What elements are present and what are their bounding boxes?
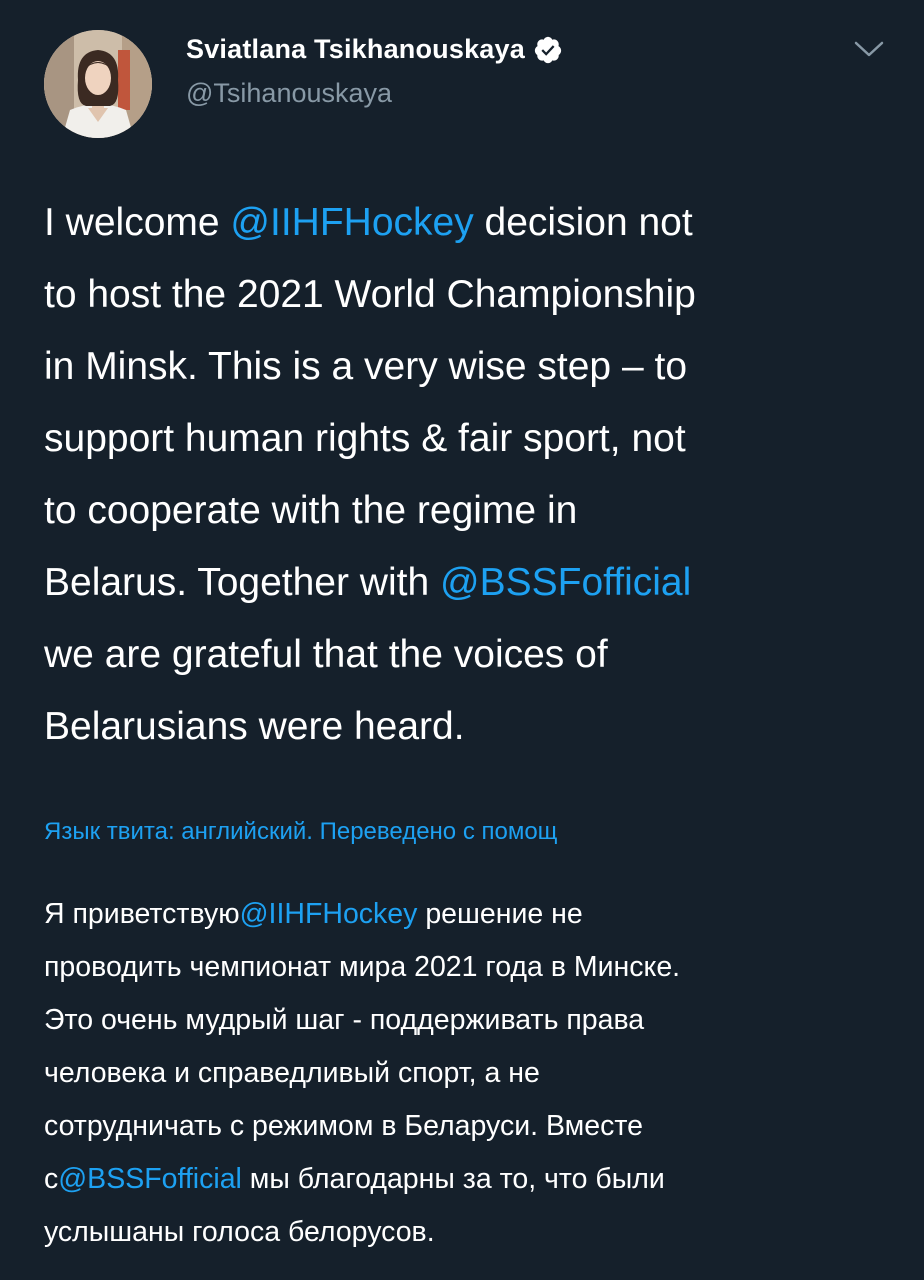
translation-line: с@BSSFofficial мы благодарны за то, что … (44, 1153, 894, 1206)
mention-link-bssfofficial[interactable]: @BSSFofficial (58, 1163, 242, 1195)
profile-photo (44, 30, 152, 138)
tweet-line: Belarusians were heard. (44, 705, 465, 748)
tweet-line: to host the 2021 World Championship (44, 273, 696, 316)
translation-line: Это очень мудрый шаг - поддерживать прав… (44, 1004, 645, 1036)
translation-line: сотрудничать с режимом в Беларуси. Вмест… (44, 1110, 643, 1142)
tweet-line: to cooperate with the regime in (44, 489, 578, 532)
tweet-header: Sviatlana Tsikhanouskaya @Tsihanouskaya (0, 0, 924, 150)
tweet-text: I welcome @IIHFHockey decision not to ho… (44, 187, 894, 763)
mention-link-iihfhockey[interactable]: @IIHFHockey (240, 898, 418, 930)
verified-badge-icon (534, 36, 562, 63)
chevron-down-icon[interactable] (852, 38, 886, 60)
mention-link-bssfofficial[interactable]: @BSSFofficial (440, 561, 691, 604)
tweet-line: I welcome @IIHFHockey decision not (44, 187, 894, 259)
translated-text: Я приветствую@IIHFHockey решение не пров… (44, 888, 894, 1259)
translation-text-segment: Я приветствую (44, 898, 240, 930)
author-handle[interactable]: @Tsihanouskaya (186, 78, 392, 109)
translation-line: Я приветствую@IIHFHockey решение не (44, 888, 894, 941)
author-display-name[interactable]: Sviatlana Tsikhanouskaya (186, 34, 525, 65)
tweet-text-segment: Belarus. Together with (44, 561, 440, 604)
translation-line: проводить чемпионат мира 2021 года в Мин… (44, 951, 681, 983)
translation-text-segment: мы благодарны за то, что были (241, 1163, 665, 1195)
avatar[interactable] (44, 30, 152, 138)
mention-link-iihfhockey[interactable]: @IIHFHockey (230, 201, 473, 244)
translation-text-segment: с (44, 1163, 59, 1195)
translation-text-segment: решение не (417, 898, 583, 930)
tweet-line: in Minsk. This is a very wise step – to (44, 345, 688, 388)
translation-line: услышаны голоса белорусов. (44, 1216, 435, 1248)
tweet-line: we are grateful that the voices of (44, 633, 608, 676)
author-name-row[interactable]: Sviatlana Tsikhanouskaya (186, 34, 563, 65)
tweet-line: support human rights & fair sport, not (44, 417, 686, 460)
translation-notice-link[interactable]: Язык твита: английский. Переведено с пом… (44, 818, 894, 846)
translation-line: человека и справедливый спорт, а не (44, 1057, 540, 1089)
tweet-text-segment: decision not (473, 201, 693, 244)
tweet-text-segment: I welcome (44, 201, 231, 244)
tweet-line: Belarus. Together with @BSSFofficial (44, 547, 894, 619)
